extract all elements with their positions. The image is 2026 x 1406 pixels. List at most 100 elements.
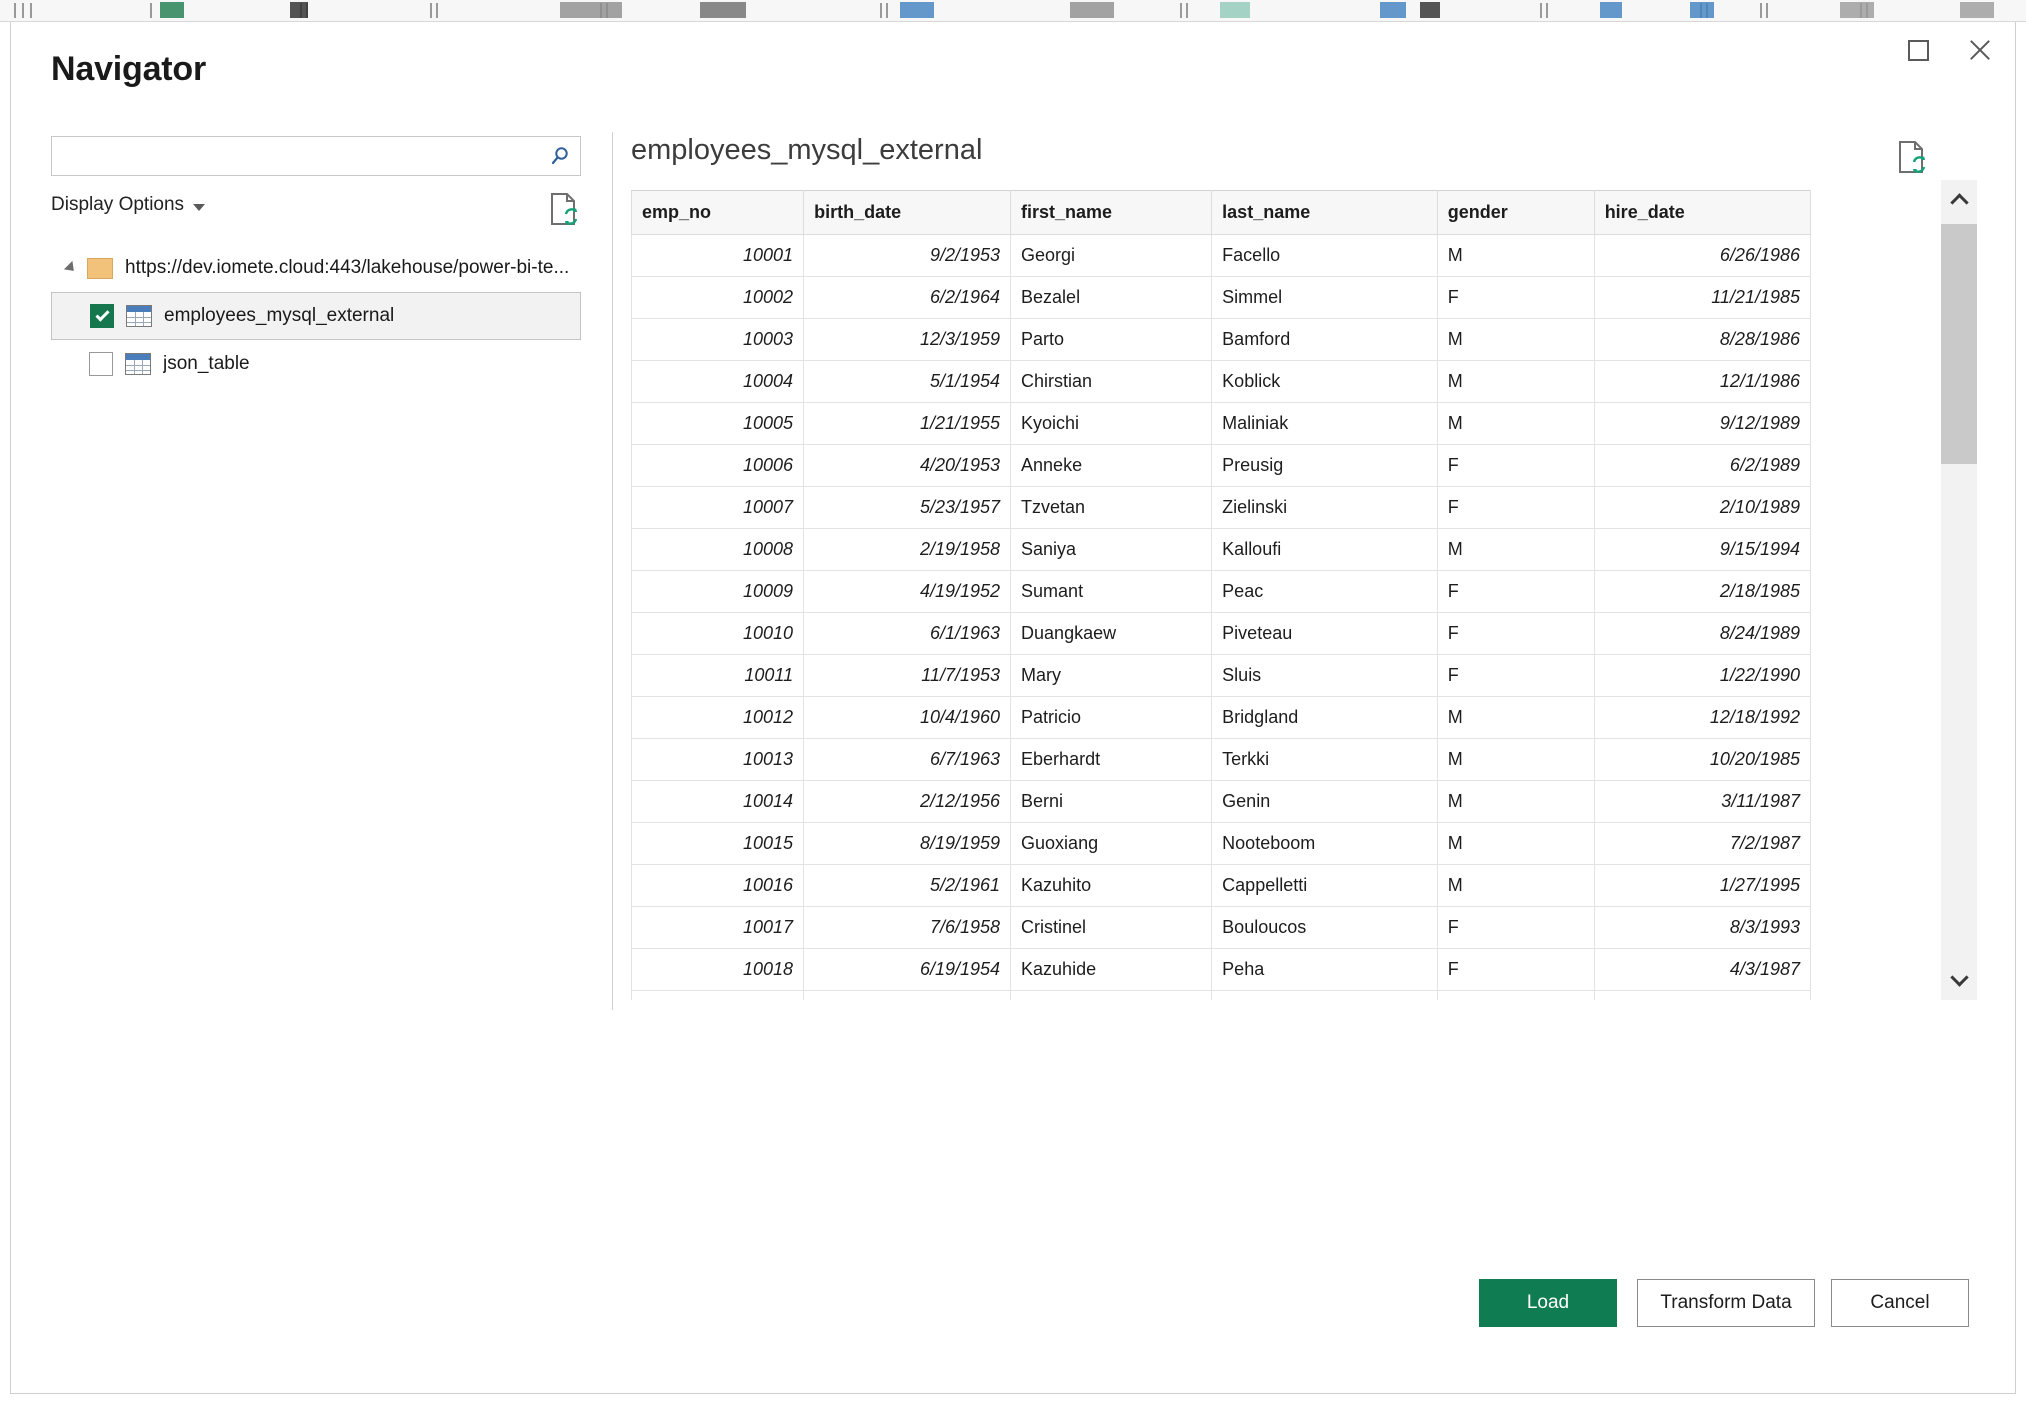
table-row[interactable]: 10004 5/1/1954 Chirstian Koblick M 12/1/1986 <box>631 360 1811 403</box>
table-icon <box>125 353 151 375</box>
table-row[interactable]: 10009 4/19/1952 Sumant Peac F 2/18/1985 <box>631 570 1811 613</box>
tree-root-label: https://dev.iomete.cloud:443/lakehouse/p… <box>125 257 570 278</box>
table-body: 10001 9/2/1953 Georgi Facello M 6/26/1986 1000… <box>631 234 1811 1000</box>
table-cell-first-name: Chirstian <box>1010 360 1213 403</box>
display-options-dropdown[interactable]: Display Options <box>51 194 206 216</box>
preview-vertical-scrollbar[interactable] <box>1941 180 1977 1000</box>
table-cell-gender: F <box>1436 906 1595 949</box>
column-header-birth-date[interactable]: birth_date <box>803 190 1012 235</box>
table-row[interactable]: 10013 6/7/1963 Eberhardt Terkki M 10/20/1985 <box>631 738 1811 781</box>
ribbon-glyph <box>1600 2 1622 18</box>
table-row[interactable]: 10008 2/19/1958 Saniya Kalloufi M 9/15/1994 <box>631 528 1811 571</box>
ribbon-tick <box>1766 3 1768 18</box>
table-cell-first-name: Guoxiang <box>1010 822 1213 865</box>
table-cell-gender: M <box>1436 990 1595 1000</box>
table-cell-emp-no: 10005 <box>631 402 805 445</box>
table-row[interactable]: 10015 8/19/1959 Guoxiang Nooteboom M 7/2/1987 <box>631 822 1811 865</box>
table-cell-emp-no: 10015 <box>631 822 805 865</box>
table-cell-birth-date: 12/3/1959 <box>803 318 1012 361</box>
ribbon-glyph <box>1840 2 1874 18</box>
table-row[interactable]: 10017 7/6/1958 Cristinel Bouloucos F 8/3/1993 <box>631 906 1811 949</box>
preview-data-grid[interactable]: emp_no birth_date first_name last_name g… <box>631 190 1811 1000</box>
table-row[interactable]: 10001 9/2/1953 Georgi Facello M 6/26/1986 <box>631 234 1811 277</box>
column-header-last-name[interactable]: last_name <box>1211 190 1438 235</box>
table-cell-first-name: Anneke <box>1010 444 1213 487</box>
table-cell-gender: F <box>1436 612 1595 655</box>
table-checkbox[interactable] <box>89 352 113 376</box>
table-cell-first-name: Sumant <box>1010 570 1213 613</box>
scrollbar-thumb[interactable] <box>1941 224 1977 464</box>
close-button[interactable] <box>1949 22 2011 78</box>
table-row[interactable]: 10005 1/21/1955 Kyoichi Maliniak M 9/12/1989 <box>631 402 1811 445</box>
table-cell-gender: F <box>1436 276 1595 319</box>
table-cell-emp-no: 10010 <box>631 612 805 655</box>
scroll-down-button[interactable] <box>1941 960 1977 1000</box>
table-cell-gender: M <box>1436 780 1595 823</box>
list-item-label: json_table <box>163 353 250 374</box>
table-row[interactable]: 10010 6/1/1963 Duangkaew Piveteau F 8/24/1989 <box>631 612 1811 655</box>
table-cell-hire-date: 1/27/1995 <box>1593 864 1811 907</box>
table-row[interactable]: 10012 10/4/1960 Patricio Bridgland M 12/18/19… <box>631 696 1811 739</box>
expander-expanded-icon[interactable] <box>61 260 81 276</box>
table-cell-emp-no: 10002 <box>631 276 805 319</box>
maximize-icon <box>1907 39 1929 61</box>
table-cell-birth-date: 5/2/1961 <box>803 864 1012 907</box>
table-checkbox[interactable] <box>90 304 114 328</box>
table-cell-gender: F <box>1436 486 1595 529</box>
table-cell-emp-no: 10017 <box>631 906 805 949</box>
list-item-label: employees_mysql_external <box>164 305 395 326</box>
ribbon-glyph <box>160 2 184 18</box>
preview-title: employees_mysql_external <box>631 134 983 166</box>
table-cell-hire-date: 10/20/1985 <box>1593 738 1811 781</box>
table-row[interactable]: 10002 6/2/1964 Bezalel Simmel F 11/21/1985 <box>631 276 1811 319</box>
column-header-hire-date[interactable]: hire_date <box>1593 190 1811 235</box>
table-row[interactable]: 10007 5/23/1957 Tzvetan Zielinski F 2/10/1989 <box>631 486 1811 529</box>
ribbon-glyph <box>560 2 622 18</box>
table-row[interactable]: 10018 6/19/1954 Kazuhide Peha F 4/3/1987 <box>631 948 1811 991</box>
navigator-preview-pane: employees_mysql_external emp_no birth_da… <box>631 122 1977 1242</box>
document-refresh-icon[interactable] <box>1895 138 1929 176</box>
table-cell-birth-date: 6/19/1954 <box>803 948 1012 991</box>
table-cell-first-name: Saniya <box>1010 528 1213 571</box>
chevron-down-icon <box>1949 968 1969 987</box>
scroll-up-button[interactable] <box>1941 180 1977 220</box>
table-row[interactable]: 100191/23/1953LillianHaddadiM4/30/1999 <box>631 990 1811 1000</box>
sidebar-item-employees-mysql-external[interactable]: employees_mysql_external <box>51 292 581 340</box>
search-input[interactable] <box>52 137 540 175</box>
table-cell-hire-date: 8/3/1993 <box>1593 906 1811 949</box>
column-header-gender[interactable]: gender <box>1436 190 1595 235</box>
search-icon[interactable] <box>540 137 580 175</box>
table-cell-last-name: Genin <box>1211 780 1438 823</box>
search-box[interactable] <box>51 136 581 176</box>
table-cell-last-name: Maliniak <box>1211 402 1438 445</box>
ribbon-tick <box>1546 3 1548 18</box>
transform-data-button[interactable]: Transform Data <box>1637 1279 1815 1327</box>
ribbon-tick <box>1180 3 1182 18</box>
table-cell-last-name: Koblick <box>1211 360 1438 403</box>
document-refresh-icon[interactable] <box>547 190 581 228</box>
table-cell-gender: M <box>1436 528 1595 571</box>
table-cell-first-name: Patricio <box>1010 696 1213 739</box>
table-cell-hire-date: 4/30/1999 <box>1593 990 1811 1000</box>
column-header-emp-no[interactable]: emp_no <box>631 190 805 235</box>
load-button[interactable]: Load <box>1479 1279 1617 1327</box>
table-row[interactable]: 10006 4/20/1953 Anneke Preusig F 6/2/1989 <box>631 444 1811 487</box>
ribbon-glyph <box>1690 2 1714 18</box>
ribbon-tick <box>1760 3 1762 18</box>
ribbon-glyph <box>1070 2 1114 18</box>
table-row[interactable]: 10011 11/7/1953 Mary Sluis F 1/22/1990 <box>631 654 1811 697</box>
maximize-button[interactable] <box>1887 22 1949 78</box>
table-row[interactable]: 10003 12/3/1959 Parto Bamford M 8/28/1986 <box>631 318 1811 361</box>
sidebar-item-json-table[interactable]: json_table <box>51 340 581 388</box>
column-header-first-name[interactable]: first_name <box>1010 190 1213 235</box>
close-icon <box>1967 37 1993 63</box>
table-row[interactable]: 10016 5/2/1961 Kazuhito Cappelletti M 1/27/19… <box>631 864 1811 907</box>
ribbon-tick <box>22 3 24 18</box>
table-row[interactable]: 10014 2/12/1956 Berni Genin M 3/11/1987 <box>631 780 1811 823</box>
table-cell-emp-no: 10001 <box>631 234 805 277</box>
tree-root-node[interactable]: https://dev.iomete.cloud:443/lakehouse/p… <box>51 244 581 292</box>
table-cell-birth-date: 4/20/1953 <box>803 444 1012 487</box>
ribbon-glyph <box>1220 2 1250 18</box>
table-cell-first-name: Georgi <box>1010 234 1213 277</box>
cancel-button[interactable]: Cancel <box>1831 1279 1969 1327</box>
